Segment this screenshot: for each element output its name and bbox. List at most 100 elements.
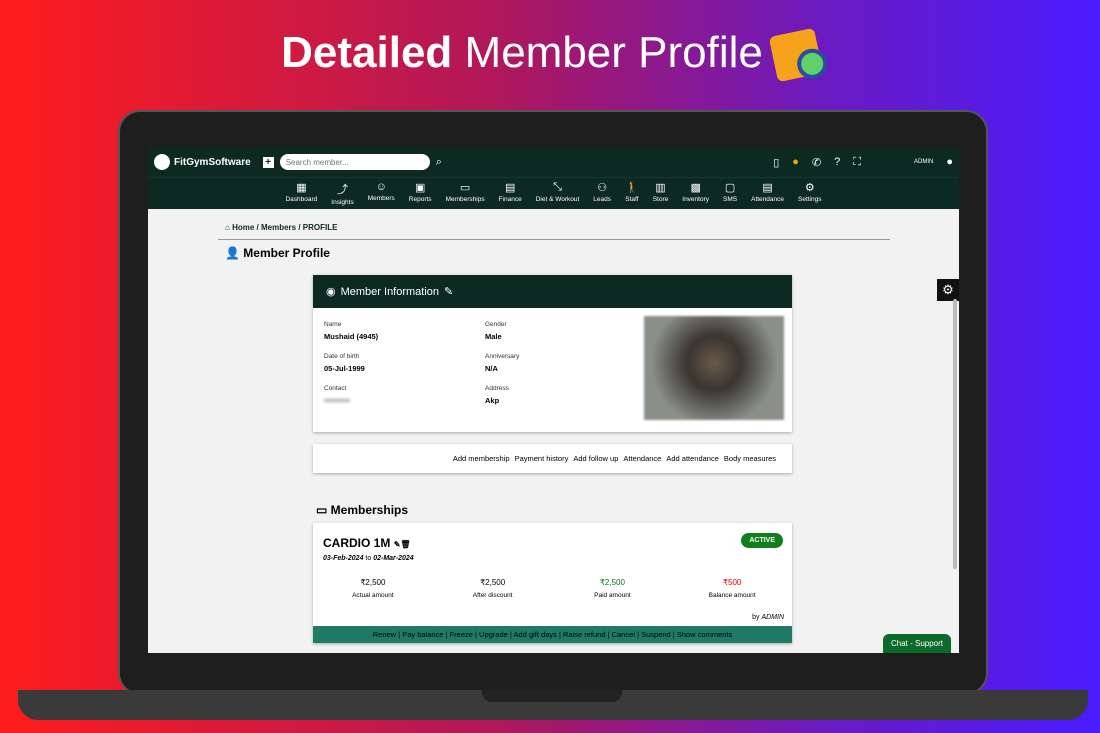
amount-item: ₹2,500 Paid amount <box>553 578 673 599</box>
breadcrumb: ⌂ Home / Members / PROFILE <box>225 223 338 232</box>
nav-label: Settings <box>798 196 822 203</box>
gender-value: Male <box>485 332 502 341</box>
nav-icon: ⤴ <box>337 184 348 196</box>
member-photo <box>644 316 784 420</box>
info-left: Name Mushaid (4945) Date of birth 05-Jul-1… <box>324 321 484 405</box>
nav-icon: 🚶 <box>625 182 639 194</box>
action-link[interactable]: Add follow up <box>573 454 618 463</box>
member-info-card: ◉ Member Information ✎ Name Mushaid (4945) … <box>313 275 792 432</box>
anniversary-value: N/A <box>485 364 498 373</box>
add-icon[interactable]: + <box>262 156 274 168</box>
search-input[interactable] <box>279 154 430 170</box>
membership-actions-bar[interactable]: Renew | Pay balance | Freeze | Upgrade |… <box>313 626 792 643</box>
user-circle-icon: ◉ <box>326 286 336 298</box>
action-link[interactable]: Add membership <box>453 454 510 463</box>
member-info-header: ◉ Member Information ✎ <box>313 275 792 308</box>
gender-label: Gender <box>485 321 507 328</box>
nav-item-dashboard[interactable]: ▦ Dashboard <box>278 178 324 209</box>
chat-support-button[interactable]: Chat - Support <box>882 634 951 653</box>
contact-value: •••••••••• <box>324 396 351 405</box>
dob-value: 05-Jul-1999 <box>324 364 365 373</box>
by-user: ADMIN <box>761 614 784 621</box>
action-link[interactable]: Body measures <box>724 454 776 463</box>
app-screen: FitGymSoftware + ⌕ ▯ ● ✆ ? ⛶ ADMIN ● ▦ Da… <box>148 147 959 653</box>
main-nav: ▦ Dashboard ⤴ Insights ☺ Members ▣ Reports ▭ Memb… <box>148 177 959 209</box>
nav-item-store[interactable]: ▥ Store <box>646 178 676 209</box>
nav-label: Reports <box>408 196 432 203</box>
edit-icon[interactable]: ✎ <box>444 285 453 298</box>
laptop-notch <box>482 690 622 702</box>
amount-value: ₹2,500 <box>599 578 625 587</box>
nav-item-inventory[interactable]: ▩ Inventory <box>675 178 716 209</box>
fullscreen-icon[interactable]: ⛶ <box>853 156 861 169</box>
action-link[interactable]: Add attendance <box>666 454 719 463</box>
top-bar: FitGymSoftware + ⌕ ▯ ● ✆ ? ⛶ ADMIN ● <box>148 147 959 177</box>
mobile-icon[interactable]: ▯ <box>773 156 779 169</box>
nav-label: Dashboard <box>285 196 318 203</box>
breadcrumb-current: PROFILE <box>302 223 338 232</box>
amount-value: ₹2,500 <box>360 578 386 587</box>
anniversary-label: Anniversary <box>485 353 520 360</box>
page-title: 👤 Member Profile <box>225 246 330 260</box>
nav-item-staff[interactable]: 🚶 Staff <box>618 178 646 209</box>
nav-icon: ▤ <box>762 182 773 194</box>
membership-dates: 03-Feb-2024 to 02-Mar-2024 <box>323 555 414 562</box>
nav-icon: ⤡ <box>553 181 562 193</box>
user-name[interactable]: ADMIN <box>914 159 933 165</box>
nav-icon: ▦ <box>296 182 307 194</box>
nav-item-finance[interactable]: ▤ Finance <box>492 178 529 209</box>
nav-label: Memberships <box>445 196 485 203</box>
amount-label: Actual amount <box>352 592 394 599</box>
delete-icon[interactable]: 🗑 <box>400 540 410 549</box>
amount-item: ₹2,500 Actual amount <box>313 578 433 599</box>
amount-label: Paid amount <box>594 592 631 599</box>
nav-icon: ▩ <box>690 182 701 194</box>
membership-card: CARDIO 1M ✎🗑 ACTIVE 03-Feb-2024 to 02-Ma… <box>313 523 792 643</box>
nav-label: Attendance <box>751 196 784 203</box>
search-icon[interactable]: ⌕ <box>436 156 442 169</box>
logo[interactable]: FitGymSoftware <box>154 154 251 170</box>
nav-icon: ⚙ <box>804 182 815 194</box>
nav-icon: ☺ <box>375 181 387 193</box>
nav-icon: ▣ <box>414 182 426 194</box>
bulb-icon[interactable]: ● <box>792 156 799 168</box>
nav-label: Store <box>652 196 669 203</box>
address-label: Address <box>485 385 509 392</box>
nav-item-members[interactable]: ☺ Members <box>361 178 402 209</box>
nav-item-memberships[interactable]: ▭ Memberships <box>439 178 492 209</box>
phone-icon[interactable]: ✆ <box>812 156 821 169</box>
plan-name: CARDIO 1M ✎🗑 <box>323 536 411 550</box>
help-icon[interactable]: ? <box>834 156 840 168</box>
name-label: Name <box>324 321 342 328</box>
amounts-row: ₹2,500 Actual amount ₹2,500 After discount ₹… <box>313 578 792 599</box>
headline-bold: Detailed <box>281 28 453 77</box>
nav-item-diet-workout[interactable]: ⤡ Diet & Workout <box>529 178 587 209</box>
nav-item-leads[interactable]: ⚇ Leads <box>586 178 618 209</box>
nav-item-sms[interactable]: ▢ SMS <box>716 178 744 209</box>
user-avatar-icon[interactable]: ● <box>946 156 953 168</box>
nav-label: Inventory <box>682 196 710 203</box>
nav-item-reports[interactable]: ▣ Reports <box>402 178 439 209</box>
nav-icon: ▢ <box>724 182 736 194</box>
nav-label: Diet & Workout <box>535 196 580 203</box>
nav-label: Members <box>367 195 395 202</box>
content: ⌂ Home / Members / PROFILE 👤 Member Prof… <box>148 209 959 653</box>
amount-item: ₹500 Balance amount <box>672 578 792 599</box>
headline: Detailed Member Profile <box>0 28 1100 83</box>
report-magnifier-icon <box>768 28 824 83</box>
action-link[interactable]: Attendance <box>623 454 661 463</box>
scrollbar[interactable] <box>953 299 957 569</box>
name-value: Mushaid (4945) <box>324 332 379 341</box>
nav-item-insights[interactable]: ⤴ Insights <box>324 178 360 209</box>
nav-item-settings[interactable]: ⚙ Settings <box>791 178 829 209</box>
nav-icon: ▥ <box>655 182 666 194</box>
address-value: Akp <box>485 396 500 405</box>
start-date: 03-Feb-2024 <box>323 555 364 562</box>
settings-gear-icon[interactable]: ⚙ <box>937 279 959 301</box>
breadcrumb-home[interactable]: Home <box>232 223 254 232</box>
nav-item-attendance[interactable]: ▤ Attendance <box>744 178 791 209</box>
action-link[interactable]: Payment history <box>515 454 569 463</box>
breadcrumb-members[interactable]: Members <box>261 223 296 232</box>
created-by: by ADMIN <box>752 614 784 621</box>
nav-icon: ▤ <box>504 182 516 194</box>
